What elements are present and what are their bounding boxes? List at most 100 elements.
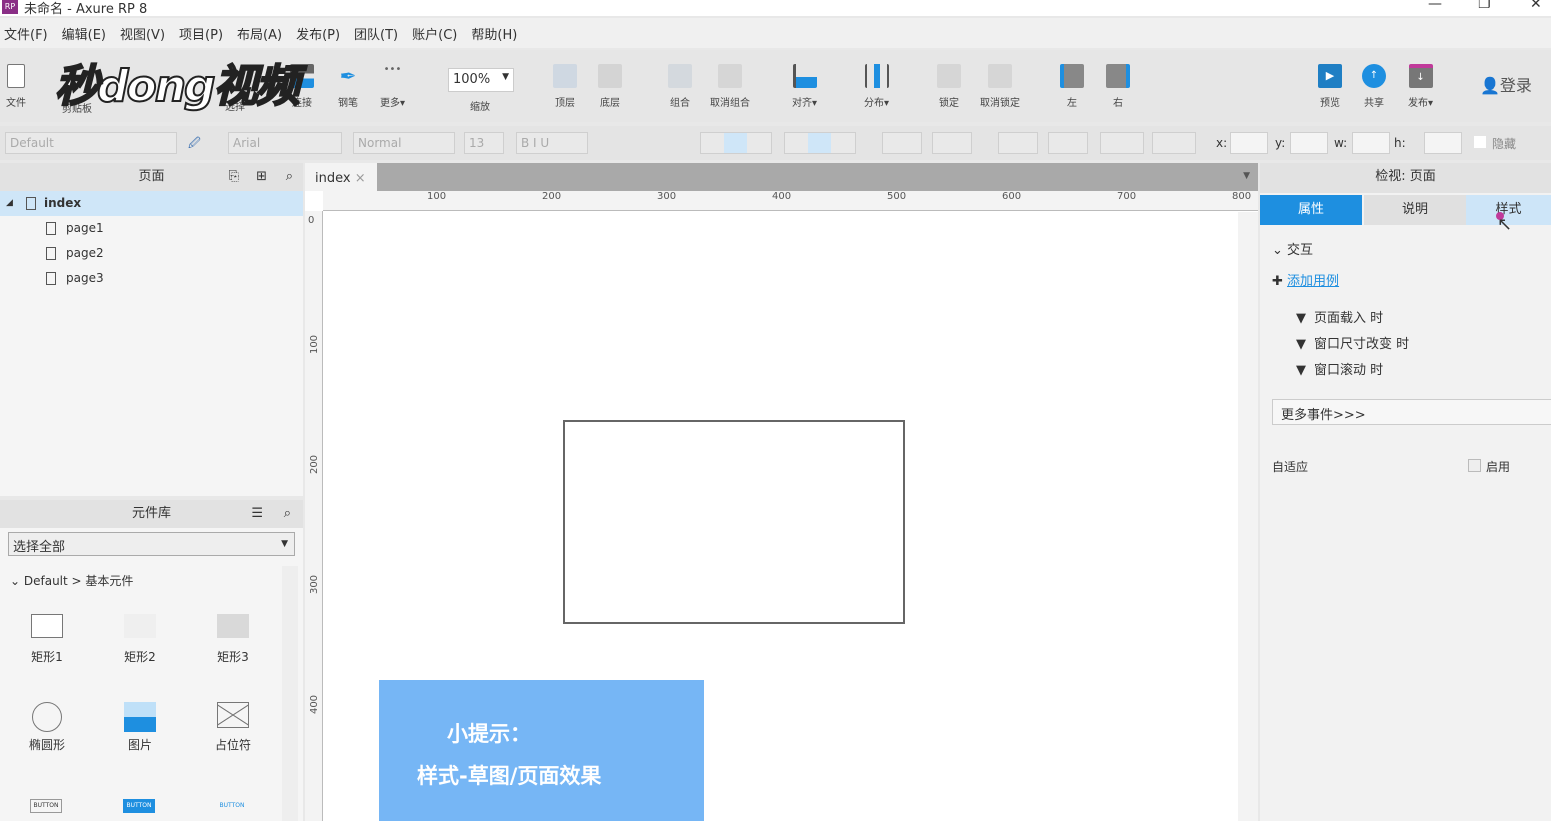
tab-properties[interactable]: 属性	[1260, 195, 1362, 225]
restore-button[interactable]: ❐	[1478, 0, 1491, 12]
arrow-style-select[interactable]	[1152, 132, 1196, 154]
event-page-load[interactable]: ▼ 页面载入 时	[1296, 307, 1383, 326]
close-tab-icon[interactable]: ×	[355, 171, 366, 186]
widget-button[interactable]: BUTTON	[30, 799, 62, 813]
inspector-title: 检视: 页面	[1375, 169, 1436, 184]
menu-icon[interactable]: ☰	[251, 500, 263, 528]
bring-top-button[interactable]: 顶层	[553, 64, 577, 109]
menu-publish[interactable]: 发布(P)	[296, 24, 340, 43]
minimize-button[interactable]: —	[1428, 0, 1442, 12]
widget-placeholder[interactable]: 占位符	[203, 702, 263, 753]
title-bar: RP 未命名 - Axure RP 8 — ❐ ✕	[0, 0, 1551, 17]
zoom-select[interactable]: 100% ▼	[448, 68, 514, 92]
line-color-select[interactable]	[998, 132, 1038, 154]
interaction-section[interactable]: ⌄ 交互	[1272, 239, 1313, 258]
event-window-scroll[interactable]: ▼ 窗口滚动 时	[1296, 359, 1383, 378]
unlock-button[interactable]: 取消锁定	[980, 64, 1020, 109]
file-button[interactable]: 文件	[6, 64, 26, 109]
shadow-select[interactable]	[932, 132, 972, 154]
menu-project[interactable]: 项目(P)	[179, 24, 223, 43]
w-input[interactable]	[1352, 132, 1390, 154]
library-scrollbar[interactable]	[282, 566, 298, 821]
line-style-select[interactable]	[1100, 132, 1144, 154]
send-bottom-button[interactable]: 底层	[598, 64, 622, 109]
event-window-resize[interactable]: ▼ 窗口尺寸改变 时	[1296, 333, 1409, 352]
pages-panel: 页面 ⎘ ⊞ ⌕ ◢ index page1 page2 page3	[0, 163, 303, 496]
menu-edit[interactable]: 编辑(E)	[62, 24, 106, 43]
bold-italic-underline[interactable]: B I U	[516, 132, 588, 154]
line-width-select[interactable]	[1048, 132, 1088, 154]
lock-button[interactable]: 锁定	[937, 64, 961, 109]
widget-rect2[interactable]: 矩形2	[110, 614, 170, 665]
login-button[interactable]: 👤登录	[1480, 72, 1532, 96]
preview-button[interactable]: ▶ 预览	[1318, 64, 1342, 109]
menu-team[interactable]: 团队(T)	[354, 24, 398, 43]
align-button[interactable]: 对齐▾	[792, 64, 817, 109]
text-align-group[interactable]	[700, 132, 772, 154]
add-case-link[interactable]: ✚ 添加用例	[1272, 270, 1339, 289]
style-select[interactable]: Default	[5, 132, 177, 154]
inspector-panel: 检视: 页面 属性 说明 样式 ⌄ 交互 ✚ 添加用例 ▼ 页面载入 时 ▼ 窗口尺…	[1260, 163, 1551, 821]
widget-primary-button[interactable]: BUTTON	[123, 799, 155, 813]
menu-layout[interactable]: 布局(A)	[237, 24, 282, 43]
distribute-button[interactable]: 分布▾	[864, 64, 889, 109]
menu-account[interactable]: 账户(C)	[412, 24, 457, 43]
widget-link-button[interactable]: BUTTON	[216, 799, 248, 813]
page-item-page1[interactable]: page1	[0, 216, 303, 241]
vertical-align-group[interactable]	[784, 132, 856, 154]
tab-notes[interactable]: 说明	[1364, 195, 1466, 225]
canvas-scrollbar[interactable]	[1238, 212, 1258, 821]
left-panel-button[interactable]: 左	[1060, 64, 1084, 109]
group-button[interactable]: 组合	[668, 64, 692, 109]
hide-checkbox[interactable]	[1474, 136, 1486, 148]
widget-image[interactable]: 图片	[110, 702, 170, 753]
style-edit-icon[interactable]: 🖉	[188, 134, 201, 155]
lock-icon	[937, 64, 961, 88]
h-input[interactable]	[1424, 132, 1462, 154]
library-select[interactable]: 选择全部 ▼	[8, 532, 295, 556]
tab-bar: index × ▼	[305, 163, 1258, 191]
tab-index[interactable]: index ×	[305, 163, 377, 191]
menu-file[interactable]: 文件(F)	[4, 24, 48, 43]
event-icon: ▼	[1296, 363, 1306, 378]
more-icon: •••	[383, 64, 402, 75]
search-icon[interactable]: ⌕	[286, 163, 293, 191]
more-events-select[interactable]: 更多事件>>>	[1272, 399, 1551, 425]
right-panel-button[interactable]: 右	[1106, 64, 1130, 109]
event-icon: ▼	[1296, 311, 1306, 326]
panel-left-icon	[1060, 64, 1084, 88]
chevron-down-icon[interactable]: ▼	[1243, 171, 1250, 181]
search-icon[interactable]: ⌕	[284, 500, 291, 528]
share-button[interactable]: ↑ 共享	[1362, 64, 1386, 109]
page-item-page3[interactable]: page3	[0, 266, 303, 291]
menu-view[interactable]: 视图(V)	[120, 24, 165, 43]
size-select[interactable]: 13	[464, 132, 504, 154]
y-input[interactable]	[1290, 132, 1328, 154]
more-button[interactable]: ••• 更多▾	[380, 64, 405, 109]
widget-rect3[interactable]: 矩形3	[203, 614, 263, 665]
publish-button[interactable]: ↓ 发布▾	[1408, 64, 1433, 109]
mouse-cursor-icon: ↖	[1497, 214, 1513, 235]
weight-select[interactable]: Normal	[353, 132, 455, 154]
x-input[interactable]	[1230, 132, 1268, 154]
widget-ellipse[interactable]: 椭圆形	[17, 702, 77, 753]
pen-button[interactable]: ✒ 钢笔	[336, 64, 360, 109]
layer-top-icon	[553, 64, 577, 88]
library-group[interactable]: ⌄ Default > 基本元件	[10, 572, 133, 589]
widget-rect1[interactable]: 矩形1	[17, 614, 77, 665]
page-item-index[interactable]: ◢ index	[0, 191, 303, 216]
menu-help[interactable]: 帮助(H)	[471, 24, 517, 43]
canvas-rectangle[interactable]	[563, 420, 905, 624]
enable-checkbox[interactable]	[1468, 459, 1481, 472]
page-item-page2[interactable]: page2	[0, 241, 303, 266]
add-page-icon[interactable]: ⎘	[229, 163, 239, 191]
vertical-ruler: 0 100 200 300 400	[305, 211, 323, 821]
page-icon	[26, 197, 36, 210]
chevron-down-icon: ▼	[502, 72, 509, 82]
ungroup-button[interactable]: 取消组合	[710, 64, 750, 109]
add-folder-icon[interactable]: ⊞	[256, 163, 267, 191]
font-select[interactable]: Arial	[228, 132, 342, 154]
fill-color-select[interactable]	[882, 132, 922, 154]
page-icon	[46, 247, 56, 260]
close-button[interactable]: ✕	[1530, 0, 1542, 12]
